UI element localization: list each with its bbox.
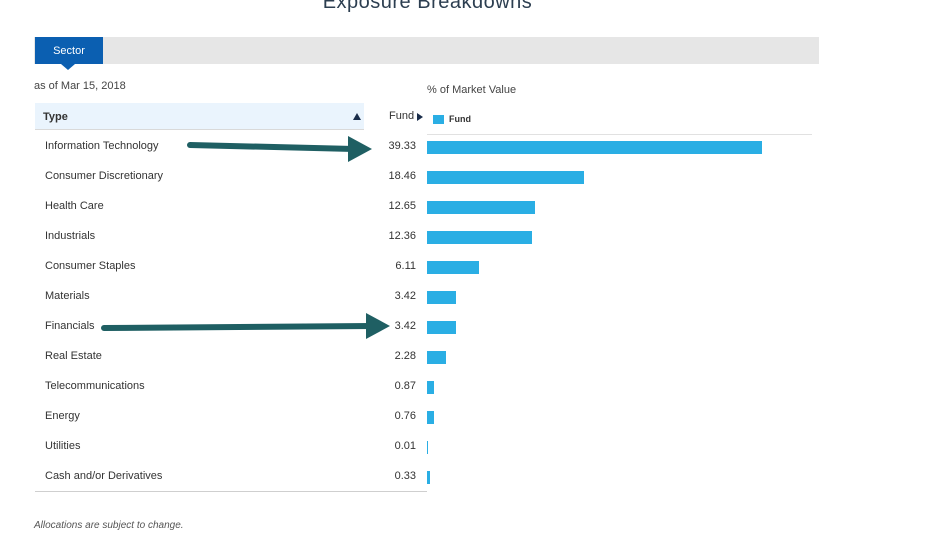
table-row-label: Information Technology [45,140,159,152]
table-row-value: 0.76 [394,410,416,422]
chart-bar[interactable] [427,471,430,484]
table-row-label: Consumer Staples [45,260,136,272]
chart-bar[interactable] [427,321,457,334]
chart-bar[interactable] [427,261,479,274]
table-row-value: 3.42 [394,290,416,302]
annotation-arrows [101,136,390,339]
chart-bar[interactable] [427,171,585,184]
table-row-label: Energy [45,410,80,422]
chart-legend: Fund [433,114,471,124]
table-row-label: Health Care [45,200,104,212]
sort-ascending-icon[interactable] [353,113,361,120]
chevron-right-icon[interactable] [417,113,423,121]
column-header-fund[interactable]: Fund [389,110,414,122]
allocations-footnote: Allocations are subject to change. [34,520,184,531]
table-row-value: 39.33 [388,140,416,152]
chart-bar[interactable] [427,411,434,424]
table-row-label: Industrials [45,230,96,242]
tab-sector[interactable]: Sector [35,37,103,64]
table-row-value: 12.36 [388,230,416,242]
active-tab-caret-icon [61,64,75,70]
table-header [35,103,364,130]
table-row-value: 0.01 [394,440,416,452]
table-row-value: 2.28 [394,350,416,362]
annotation-arrow-shaft [187,142,357,152]
table-row-label: Utilities [45,440,81,452]
table-row-value: 12.65 [388,200,416,212]
chart-title: % of Market Value [427,84,517,96]
annotation-arrow-head-icon [366,313,390,339]
table-row-label: Telecommunications [45,380,145,392]
table-row-value: 0.87 [394,380,416,392]
table-bottom-divider [35,491,427,492]
table-row-value: 3.42 [394,320,416,332]
chart-bar[interactable] [427,141,762,154]
chart-bar[interactable] [427,231,533,244]
table-row-value: 0.33 [394,470,416,482]
table-row-label: Materials [45,290,90,302]
table-row-label: Cash and/or Derivatives [45,470,163,482]
chart-bar[interactable] [427,201,535,214]
annotation-arrow-shaft [101,323,375,331]
chart-top-divider [427,134,812,135]
table-row-value: 18.46 [388,170,416,182]
table-row-label: Consumer Discretionary [45,170,163,182]
column-header-type[interactable]: Type [43,111,68,123]
table-row-label: Financials [45,320,95,332]
annotation-arrow-head-icon [348,136,372,162]
chart-bar[interactable] [427,351,447,364]
chart-bar[interactable] [427,381,435,394]
legend-swatch-fund [433,114,444,124]
as-of-date: as of Mar 15, 2018 [34,80,126,92]
legend-label-fund: Fund [449,114,471,124]
chart-bar[interactable] [427,291,457,304]
tab-bar [34,37,819,64]
page-title: Exposure Breakdowns [322,0,533,13]
table-row-value: 6.11 [395,260,416,272]
table-row-label: Real Estate [45,350,102,362]
